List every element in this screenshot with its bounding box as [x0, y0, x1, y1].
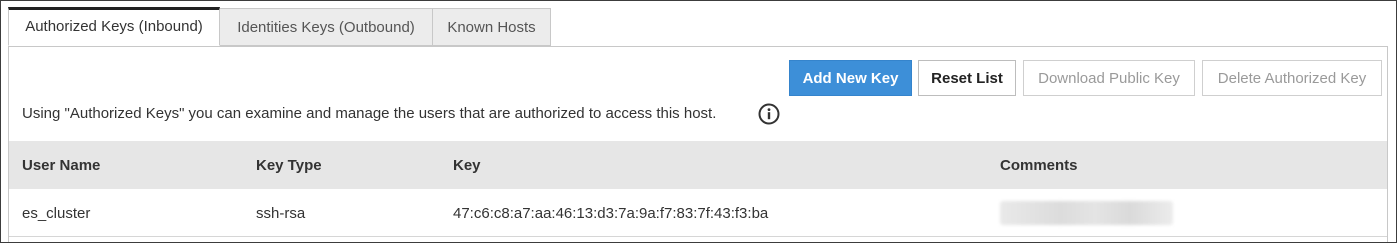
table-row[interactable]: es_cluster ssh-rsa 47:c6:c8:a7:aa:46:13:…: [9, 189, 1387, 237]
window-frame: Authorized Keys (Inbound) Identities Key…: [0, 0, 1397, 243]
description-text: Using "Authorized Keys" you can examine …: [22, 105, 717, 122]
info-icon[interactable]: [758, 103, 780, 125]
cell-key-type: ssh-rsa: [256, 204, 306, 222]
cell-key: 47:c6:c8:a7:aa:46:13:d3:7a:9a:f7:83:7f:4…: [453, 204, 769, 222]
redacted-comment: [1000, 201, 1173, 225]
column-header-comments[interactable]: Comments: [1000, 141, 1078, 189]
tab-bar: Authorized Keys (Inbound) Identities Key…: [8, 7, 551, 46]
cell-user-name: es_cluster: [22, 204, 91, 222]
tab-authorized-keys[interactable]: Authorized Keys (Inbound): [8, 7, 220, 46]
download-public-key-button[interactable]: Download Public Key: [1023, 60, 1195, 96]
tab-panel: Add New Key Reset List Download Public K…: [8, 46, 1388, 242]
reset-list-button[interactable]: Reset List: [918, 60, 1016, 96]
column-header-key-type[interactable]: Key Type: [256, 141, 322, 189]
table-header: User Name Key Type Key Comments: [9, 141, 1387, 189]
delete-authorized-key-button[interactable]: Delete Authorized Key: [1202, 60, 1382, 96]
tab-known-hosts[interactable]: Known Hosts: [432, 8, 551, 46]
tab-identities-keys[interactable]: Identities Keys (Outbound): [219, 8, 433, 46]
column-header-key[interactable]: Key: [453, 141, 481, 189]
column-header-user-name[interactable]: User Name: [22, 141, 100, 189]
add-new-key-button[interactable]: Add New Key: [789, 60, 912, 96]
cell-comments: [1000, 189, 1173, 237]
